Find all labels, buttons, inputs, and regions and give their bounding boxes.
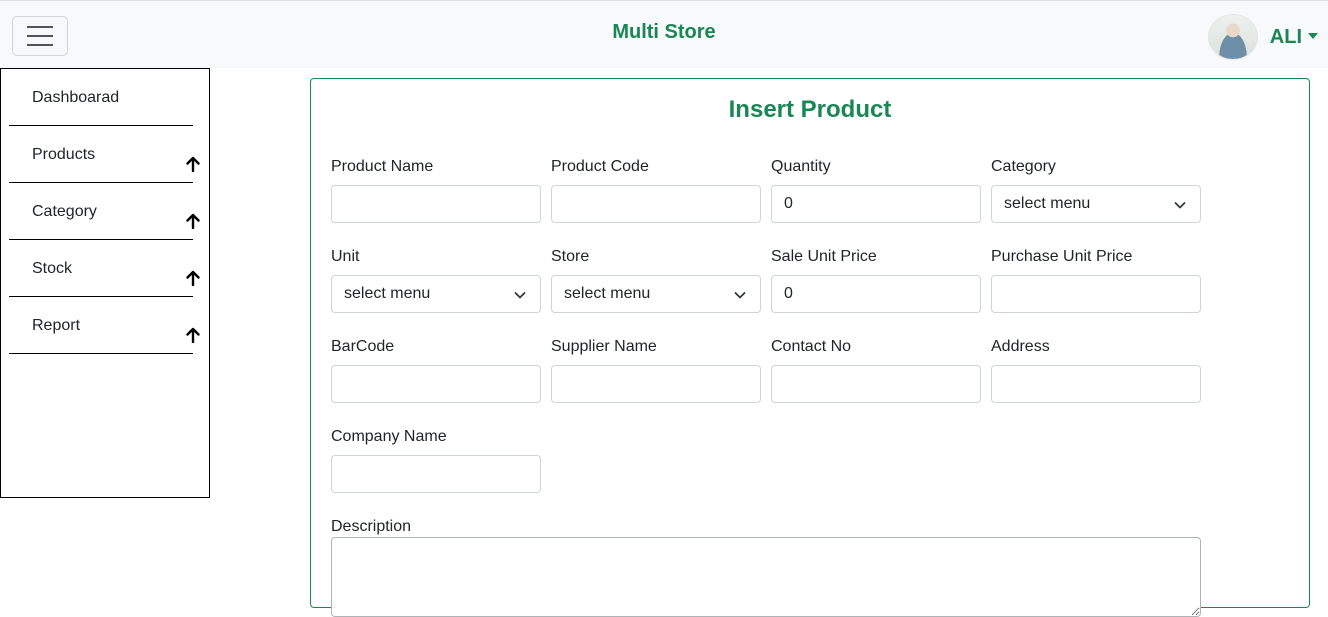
purchase-unit-price-input[interactable] bbox=[991, 275, 1201, 313]
barcode-label: BarCode bbox=[331, 338, 395, 355]
supplier-name-label: Supplier Name bbox=[551, 338, 657, 355]
sale-unit-price-label: Sale Unit Price bbox=[771, 248, 877, 265]
arrow-up-icon bbox=[186, 327, 200, 343]
category-select[interactable]: select menu bbox=[991, 185, 1201, 223]
barcode-input[interactable] bbox=[331, 365, 541, 403]
field-product-name: Product Name bbox=[331, 155, 541, 223]
insert-product-card: Insert Product Product Name Product Code… bbox=[310, 78, 1310, 617]
product-code-label: Product Code bbox=[551, 158, 649, 175]
sidebar-item-stock[interactable]: Stock bbox=[9, 240, 200, 297]
sidebar-item-report[interactable]: Report bbox=[9, 297, 200, 354]
field-supplier-name: Supplier Name bbox=[551, 335, 761, 403]
category-select-value: select menu bbox=[1004, 195, 1091, 212]
sidebar: Dashboarad Products Category Stock Repor… bbox=[0, 68, 210, 498]
product-name-input[interactable] bbox=[331, 185, 541, 223]
form-title: Insert Product bbox=[728, 96, 892, 123]
sidebar-item-products[interactable]: Products bbox=[9, 126, 200, 183]
category-label: Category bbox=[991, 158, 1056, 175]
arrow-up-icon bbox=[186, 270, 200, 286]
sidebar-item-label: Products bbox=[32, 146, 96, 163]
hamburger-menu-button[interactable] bbox=[12, 16, 68, 56]
caret-down-icon bbox=[1308, 33, 1318, 39]
sidebar-item-category[interactable]: Category bbox=[9, 183, 200, 240]
supplier-name-input[interactable] bbox=[551, 365, 761, 403]
company-name-input[interactable] bbox=[331, 455, 541, 493]
field-barcode: BarCode bbox=[331, 335, 541, 403]
address-label: Address bbox=[991, 338, 1050, 355]
chevron-down-icon bbox=[734, 292, 746, 299]
brand-title[interactable]: Multi Store bbox=[612, 21, 715, 43]
field-category: Category select menu bbox=[991, 155, 1201, 223]
hamburger-icon-line bbox=[27, 44, 53, 46]
quantity-label: Quantity bbox=[771, 158, 831, 175]
product-name-label: Product Name bbox=[331, 158, 434, 175]
field-company-name: Company Name bbox=[331, 425, 541, 493]
chevron-down-icon bbox=[1174, 202, 1186, 209]
field-store: Store select menu bbox=[551, 245, 761, 313]
arrow-up-icon bbox=[186, 156, 200, 172]
purchase-unit-price-label: Purchase Unit Price bbox=[991, 248, 1133, 265]
unit-label: Unit bbox=[331, 248, 360, 265]
user-name: ALI bbox=[1269, 25, 1302, 48]
sidebar-item-dashboard[interactable]: Dashboarad bbox=[9, 69, 193, 126]
quantity-input[interactable] bbox=[771, 185, 981, 223]
user-menu-toggle[interactable]: ALI bbox=[1207, 13, 1318, 61]
store-select[interactable]: select menu bbox=[551, 275, 761, 313]
description-label: Description bbox=[331, 518, 412, 535]
brand-container: Multi Store bbox=[0, 21, 1328, 44]
store-select-value: select menu bbox=[564, 285, 651, 302]
field-address: Address bbox=[991, 335, 1201, 403]
chevron-down-icon bbox=[514, 292, 526, 299]
store-label: Store bbox=[551, 248, 590, 265]
field-quantity: Quantity bbox=[771, 155, 981, 223]
sidebar-item-label: Stock bbox=[32, 260, 73, 277]
sidebar-item-label: Report bbox=[32, 317, 81, 334]
top-navbar: Multi Store ALI bbox=[0, 0, 1328, 68]
product-code-input[interactable] bbox=[551, 185, 761, 223]
field-contact-no: Contact No bbox=[771, 335, 981, 403]
user-avatar bbox=[1207, 14, 1258, 60]
hamburger-icon-line bbox=[27, 35, 53, 37]
description-textarea[interactable] bbox=[331, 537, 1201, 617]
arrow-up-icon bbox=[186, 213, 200, 229]
sale-unit-price-input[interactable] bbox=[771, 275, 981, 313]
field-sale-unit-price: Sale Unit Price bbox=[771, 245, 981, 313]
address-input[interactable] bbox=[991, 365, 1201, 403]
field-product-code: Product Code bbox=[551, 155, 761, 223]
unit-select-value: select menu bbox=[344, 285, 431, 302]
field-unit: Unit select menu bbox=[331, 245, 541, 313]
company-name-label: Company Name bbox=[331, 428, 447, 445]
contact-no-input[interactable] bbox=[771, 365, 981, 403]
unit-select[interactable]: select menu bbox=[331, 275, 541, 313]
field-description: Description bbox=[331, 515, 541, 539]
sidebar-item-label: Category bbox=[32, 203, 97, 220]
sidebar-item-label: Dashboarad bbox=[32, 89, 120, 106]
contact-no-label: Contact No bbox=[771, 338, 852, 355]
field-purchase-unit-price: Purchase Unit Price bbox=[991, 245, 1201, 313]
hamburger-icon-line bbox=[27, 26, 53, 28]
